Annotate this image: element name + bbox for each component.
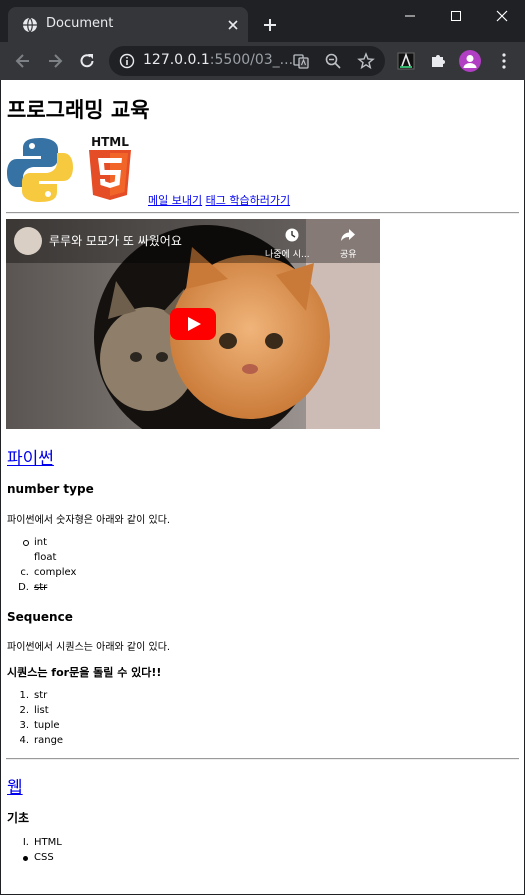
send-mail-link[interactable]: 메일 보내기: [148, 194, 202, 207]
tab-strip: Document: [0, 0, 525, 42]
page-viewport: 프로그래밍 교육 HTML 메일 보내기 태그 학습하러가기 루루와 모모가 또…: [1, 80, 524, 894]
sequence-heading: Sequence: [7, 610, 73, 624]
sequence-list: 1. str 2. list 3. tuple 4. range: [19, 690, 64, 746]
page-title: 프로그래밍 교육: [7, 98, 150, 122]
web-heading: 웹: [7, 773, 23, 798]
html5-logo-icon: HTML: [89, 135, 131, 200]
profile-avatar[interactable]: [459, 50, 481, 72]
tag-study-link[interactable]: 태그 학습하러가기: [206, 194, 290, 207]
new-tab-icon[interactable]: [262, 17, 278, 33]
browser-window: Document 127.0.0.1:5500/03_... 프로그래밍 교육 …: [0, 0, 525, 895]
person-icon: [463, 55, 477, 68]
more-menu-icon[interactable]: [494, 51, 514, 71]
site-info-icon[interactable]: [119, 53, 135, 69]
web-heading-link[interactable]: 웹: [7, 778, 23, 798]
maximize-button[interactable]: [433, 0, 479, 32]
puzzle-icon[interactable]: [428, 51, 448, 71]
play-button-icon[interactable]: [170, 308, 216, 340]
circle-bullet: [23, 540, 29, 546]
number-type-list: int float c. complex D. str: [18, 537, 77, 593]
translate-icon[interactable]: [292, 52, 310, 70]
close-icon: [496, 10, 508, 22]
divider: [6, 758, 519, 760]
url-text: 127.0.0.1:5500/03_...: [143, 52, 294, 68]
video-title[interactable]: 루루와 모모가 또 싸웠어요: [49, 232, 182, 249]
share-label[interactable]: 공유: [340, 247, 357, 260]
minimize-icon: [405, 15, 415, 17]
minimize-button[interactable]: [387, 0, 433, 32]
channel-avatar[interactable]: [14, 227, 42, 255]
maximize-icon: [451, 11, 461, 21]
basics-heading: 기초: [7, 811, 30, 825]
sequence-note: 시퀀스는 for문을 돌릴 수 있다!!: [7, 666, 162, 679]
share-icon[interactable]: [340, 227, 356, 243]
browser-toolbar: 127.0.0.1:5500/03_...: [0, 42, 525, 80]
clock-icon[interactable]: [284, 227, 300, 243]
disc-bullet: [23, 856, 28, 861]
watch-later-label[interactable]: 나중에 시...: [265, 247, 310, 260]
python-heading-link[interactable]: 파이썬: [7, 449, 54, 469]
close-tab-icon[interactable]: [226, 18, 240, 32]
tab-title: Document: [46, 16, 114, 31]
reload-icon[interactable]: [77, 51, 97, 71]
youtube-embed[interactable]: 루루와 모모가 또 싸웠어요 나중에 시... 공유: [6, 219, 380, 429]
python-heading: 파이썬: [7, 444, 54, 469]
web-basics-list: I. HTML CSS: [22, 837, 62, 863]
sequence-description: 파이썬에서 시퀀스는 아래와 같이 있다.: [7, 642, 171, 653]
forward-arrow-icon[interactable]: [45, 51, 65, 71]
globe-icon: [23, 17, 37, 33]
address-bar[interactable]: 127.0.0.1:5500/03_...: [109, 46, 385, 76]
python-logo-icon: [7, 138, 73, 202]
number-type-description: 파이썬에서 숫자형은 아래와 같이 있다.: [7, 515, 171, 526]
browser-tab[interactable]: Document: [8, 7, 248, 42]
back-arrow-icon[interactable]: [13, 51, 33, 71]
link-row: 메일 보내기 태그 학습하러가기: [148, 192, 290, 208]
svg-text:HTML: HTML: [91, 135, 129, 149]
divider: [6, 212, 519, 214]
zoom-out-icon[interactable]: [324, 52, 342, 70]
extension-icon[interactable]: [396, 51, 416, 71]
bookmark-star-icon[interactable]: [357, 52, 375, 70]
close-window-button[interactable]: [479, 0, 525, 32]
number-type-heading: number type: [7, 482, 94, 496]
